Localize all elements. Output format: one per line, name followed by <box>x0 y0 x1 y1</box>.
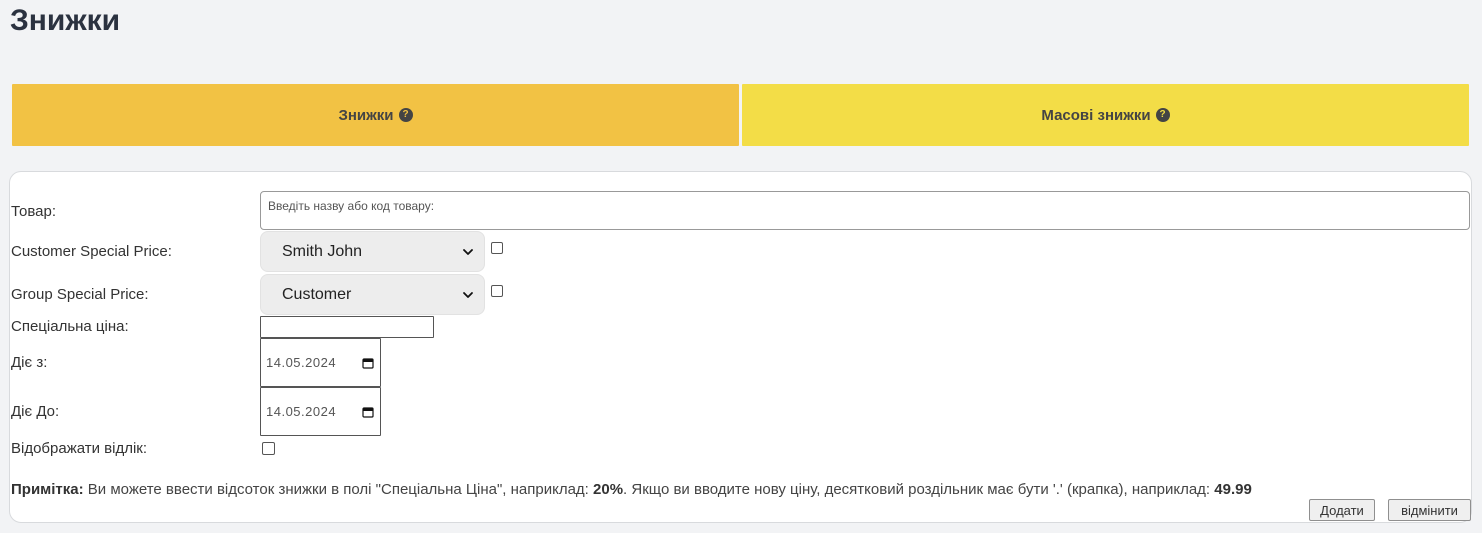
add-button[interactable]: Додати <box>1309 499 1375 521</box>
question-circle-icon[interactable]: ? <box>398 108 413 122</box>
note-text-2: . Якщо ви вводите нову ціну, десятковий … <box>623 481 1215 498</box>
calendar-icon[interactable] <box>362 406 374 418</box>
special-price-label: Спеціальна ціна: <box>11 318 129 335</box>
valid-to-value: 14.05.2024 <box>266 404 337 419</box>
product-label: Товар: <box>11 203 56 220</box>
question-circle-icon[interactable]: ? <box>1155 108 1170 122</box>
customer-special-price-label: Customer Special Price: <box>11 243 172 260</box>
tab-discounts-label: Знижки <box>338 106 394 124</box>
product-search-input[interactable]: Введіть назву або код товару: <box>260 191 1470 230</box>
customer-select-value: Smith John <box>282 242 363 260</box>
group-special-price-label: Group Special Price: <box>11 286 149 303</box>
group-select-value: Customer <box>282 285 352 303</box>
page-title: Знижки <box>10 4 121 37</box>
valid-from-date-input[interactable]: 14.05.2024 <box>260 338 381 387</box>
tab-bulk-discounts-label: Масові знижки <box>1041 106 1151 124</box>
calendar-icon[interactable] <box>362 357 374 369</box>
chevron-down-icon <box>463 291 473 298</box>
valid-to-date-input[interactable]: 14.05.2024 <box>260 387 381 436</box>
cancel-button[interactable]: відмінити <box>1388 499 1471 521</box>
special-price-input[interactable] <box>260 316 434 338</box>
tab-bar: Знижки ? Масові знижки ? <box>12 84 1469 146</box>
product-search-placeholder: Введіть назву або код товару: <box>268 199 435 213</box>
tab-discounts[interactable]: Знижки ? <box>12 84 739 146</box>
valid-to-label: Діє До: <box>11 403 60 420</box>
group-special-price-checkbox[interactable] <box>491 285 503 297</box>
valid-from-label: Діє з: <box>11 354 48 371</box>
tab-bulk-discounts[interactable]: Масові знижки ? <box>742 84 1469 146</box>
note-text: Примітка: Ви можете ввести відсоток зниж… <box>11 481 1252 499</box>
note-example-price: 49.99 <box>1214 481 1252 498</box>
note-example-percent: 20% <box>593 481 624 498</box>
show-countdown-label: Відображати відлік: <box>11 440 148 457</box>
note-prefix: Примітка: <box>11 481 84 498</box>
note-text-1: Ви можете ввести відсоток знижки в полі … <box>83 481 594 498</box>
show-countdown-checkbox[interactable] <box>262 442 275 455</box>
group-select[interactable]: Customer <box>260 274 485 315</box>
customer-select[interactable]: Smith John <box>260 231 485 272</box>
discount-form-panel: Товар: Введіть назву або код товару: Cus… <box>9 171 1472 523</box>
chevron-down-icon <box>463 248 473 255</box>
customer-special-price-checkbox[interactable] <box>491 242 503 254</box>
valid-from-value: 14.05.2024 <box>266 355 337 370</box>
